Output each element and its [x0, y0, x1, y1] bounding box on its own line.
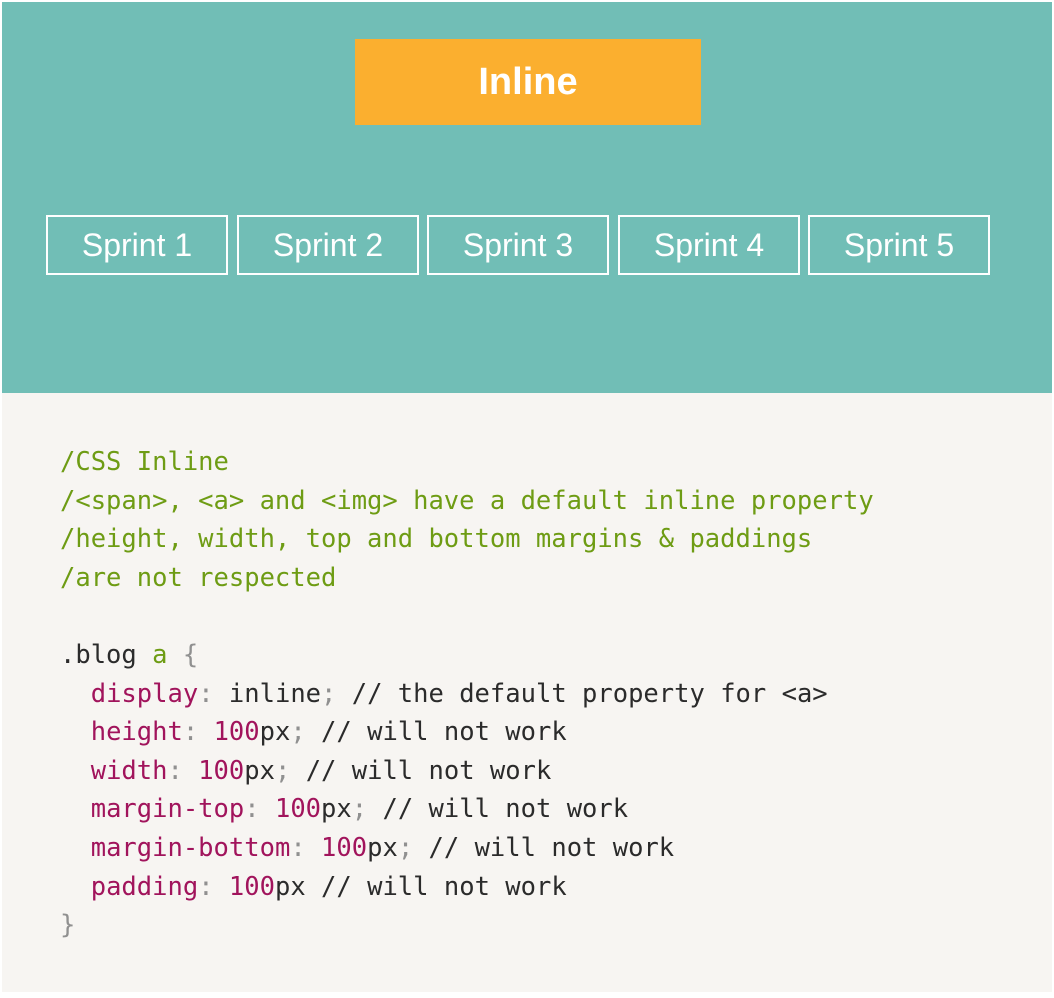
css-property: margin-bottom — [90, 832, 291, 863]
code-comment: // will not work — [413, 832, 675, 863]
inline-demo-panel: Inline Sprint 1 Sprint 2 Sprint 3 Sprint… — [2, 2, 1052, 393]
css-unit: px — [259, 717, 291, 748]
slide: Inline Sprint 1 Sprint 2 Sprint 3 Sprint… — [2, 2, 1052, 992]
css-number: 100 — [274, 794, 322, 825]
sprint-1-link[interactable]: Sprint 1 — [46, 215, 228, 275]
css-number: 100 — [213, 717, 260, 748]
code-panel: /CSS Inline /<span>, <a> and <img> have … — [2, 393, 1052, 992]
sprint-3-link[interactable]: Sprint 3 — [427, 215, 609, 275]
css-property: width — [90, 755, 168, 786]
css-unit: px — [244, 755, 275, 786]
css-number: 100 — [321, 832, 368, 863]
code-comment: // the default property for <a> — [336, 678, 828, 709]
comment-line: /are not respected — [60, 562, 337, 593]
sprint-2-link[interactable]: Sprint 2 — [237, 215, 419, 275]
css-value: inline — [228, 678, 322, 709]
css-unit: px — [321, 794, 352, 825]
css-selector: .blog — [60, 639, 137, 670]
code-comment: // will not work — [305, 871, 567, 902]
code-comment: // will not work — [290, 755, 552, 786]
comment-line: /CSS Inline — [60, 447, 229, 477]
css-property: height — [90, 717, 183, 748]
sprint-5-link[interactable]: Sprint 5 — [808, 215, 990, 275]
comment-line: /height, width, top and bottom margins &… — [60, 524, 813, 555]
css-unit: px — [367, 832, 398, 863]
css-property: padding — [90, 871, 199, 902]
css-unit: px — [274, 871, 306, 902]
open-brace: { — [182, 639, 199, 670]
code-block: /CSS Inline /<span>, <a> and <img> have … — [60, 447, 874, 941]
css-selector-tag: a — [152, 639, 168, 670]
css-number: 100 — [228, 871, 275, 902]
css-property: display — [90, 678, 199, 709]
inline-title: Inline — [355, 39, 701, 125]
code-comment: // will not work — [367, 794, 629, 825]
code-comment: // will not work — [305, 717, 567, 748]
sprint-4-link[interactable]: Sprint 4 — [618, 215, 800, 275]
css-property: margin-top — [90, 794, 245, 825]
comment-line: /<span>, <a> and <img> have a default in… — [60, 485, 874, 516]
css-number: 100 — [198, 755, 245, 786]
close-brace: } — [60, 910, 76, 941]
